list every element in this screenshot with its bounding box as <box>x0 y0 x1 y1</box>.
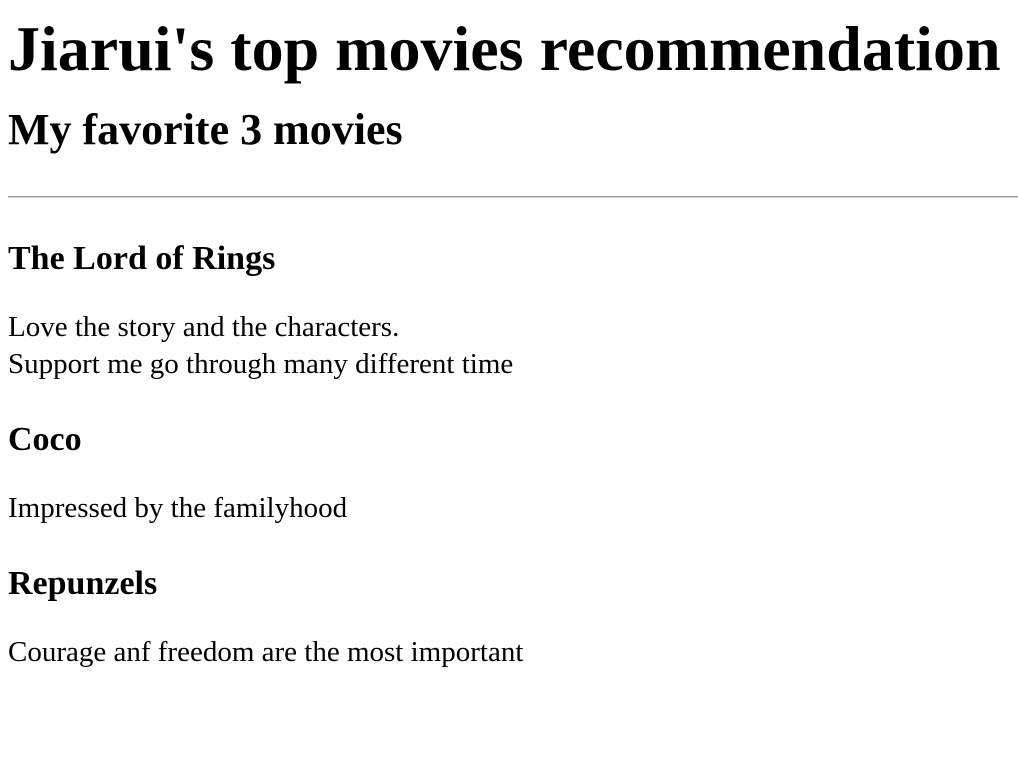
movie-description: Impressed by the familyhood <box>8 490 1018 527</box>
movie-entry-repunzels: Repunzels Courage anf freedom are the mo… <box>8 564 1018 671</box>
movie-title: Coco <box>8 421 82 459</box>
movie-description-line: Courage anf freedom are the most importa… <box>8 636 524 669</box>
page-subtitle: My favorite 3 movies <box>8 105 403 155</box>
movie-description: Love the story and the characters. Suppo… <box>8 309 1018 383</box>
movie-title: The Lord of Rings <box>8 239 276 277</box>
movie-description-line: Support me go through many different tim… <box>8 348 514 381</box>
movie-description-line: Impressed by the familyhood <box>8 492 348 525</box>
page-content: Jiarui's top movies recommendation My fa… <box>0 13 1018 671</box>
movie-description-line: Love the story and the characters. <box>8 311 400 344</box>
movie-description: Courage anf freedom are the most importa… <box>8 634 1018 671</box>
movie-title: Repunzels <box>8 565 158 603</box>
page-title: Jiarui's top movies recommendation <box>8 13 1001 84</box>
divider <box>8 195 1018 198</box>
movie-entry-lord-of-rings: The Lord of Rings Love the story and the… <box>8 239 1018 383</box>
movie-entry-coco: Coco Impressed by the familyhood <box>8 420 1018 527</box>
